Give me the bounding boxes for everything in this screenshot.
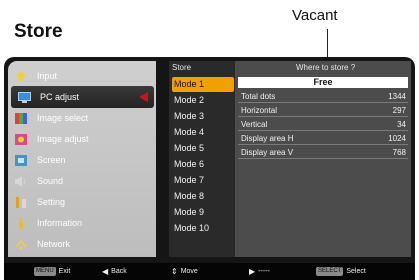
sidebar-item-screen[interactable]: Screen [8,149,156,171]
sidebar-item-sound[interactable]: Sound [8,170,156,192]
back-hint: ◀ Back [102,266,127,277]
sidebar-item-label: Image adjust [37,134,89,144]
store-status-badge: Free [238,77,408,88]
info-row-display-area-h: Display area H 1024 [238,132,408,145]
left-arrow-icon: ◀ [102,267,109,276]
exit-label: Exit [58,268,71,275]
network-icon [14,238,28,250]
mode-item[interactable]: Mode 7 [172,173,234,188]
setting-icon [14,196,28,208]
sidebar-item-label: Network [37,239,71,249]
sound-icon [14,175,28,187]
move-hint: ⇕ Move [171,266,198,277]
sidebar-item-pc-adjust[interactable]: PC adjust [11,86,154,108]
next-placeholder: ----- [258,268,270,275]
sidebar-item-label: Information [37,218,83,228]
sidebar-item-setting[interactable]: Setting [8,191,156,213]
move-label: Move [180,268,198,275]
main-menu-sidebar: Input PC adjust Image select Image adjus… [8,61,156,257]
sidebar-item-label: Input [37,71,58,81]
select-label: Select [346,268,366,275]
menu-key-icon: MENU [34,267,56,276]
info-row-total-dots: Total dots 1344 [238,90,408,103]
image-select-icon [14,112,28,124]
up-down-arrow-icon: ⇕ [171,267,178,276]
sidebar-item-label: Screen [37,155,66,165]
info-label: Display area V [241,147,294,157]
sidebar-item-image-select[interactable]: Image select [8,107,156,129]
where-to-store-label: Where to store ? [296,63,356,72]
info-value: 1024 [388,133,406,143]
image-adjust-icon [14,133,28,145]
info-label: Horizontal [241,105,278,115]
mode-item[interactable]: Mode 5 [172,141,234,156]
sidebar-item-label: Sound [37,176,64,186]
info-value: 297 [392,105,406,115]
sidebar-item-label: PC adjust [40,92,80,102]
select-hint: SELECT Select [316,266,366,277]
select-key-icon: SELECT [316,267,344,276]
vacant-callout-label: Vacant [292,7,338,24]
info-value: 1344 [388,91,406,101]
mode-item[interactable]: Mode 9 [172,205,234,220]
mode-item[interactable]: Mode 1 [172,77,234,92]
mode-item[interactable]: Mode 10 [172,221,234,236]
information-icon [14,217,28,229]
info-label: Total dots [241,91,276,101]
sidebar-item-label: Setting [37,197,66,207]
next-hint: ▶ ----- [249,266,270,277]
info-row-display-area-v: Display area V 768 [238,146,408,159]
info-row-horizontal: Horizontal 297 [238,104,408,117]
exit-hint: MENU Exit [34,266,70,277]
sidebar-item-network[interactable]: Network [8,233,156,255]
info-label: Vertical [241,119,268,129]
screen-icon [14,154,28,166]
sidebar-item-input[interactable]: Input [8,65,156,87]
info-value: 768 [392,147,406,157]
monitor-icon [17,91,31,103]
sidebar-item-information[interactable]: Information [8,212,156,234]
osd-menu: Input PC adjust Image select Image adjus… [4,57,415,280]
mode-item[interactable]: Mode 4 [172,125,234,140]
mode-item[interactable]: Mode 3 [172,109,234,124]
info-row-vertical: Vertical 34 [238,118,408,131]
back-label: Back [111,268,127,275]
page-title: Store [14,21,63,42]
store-header: Store [172,63,192,72]
mode-item[interactable]: Mode 6 [172,157,234,172]
mode-item[interactable]: Mode 8 [172,189,234,204]
info-value: 34 [397,119,406,129]
right-arrow-icon: ▶ [249,267,256,276]
sidebar-item-label: Image select [37,113,89,123]
input-icon [14,70,28,82]
sidebar-item-image-adjust[interactable]: Image adjust [8,128,156,150]
selected-arrow-icon [139,92,148,102]
info-label: Display area H [241,133,294,143]
mode-item[interactable]: Mode 2 [172,93,234,108]
